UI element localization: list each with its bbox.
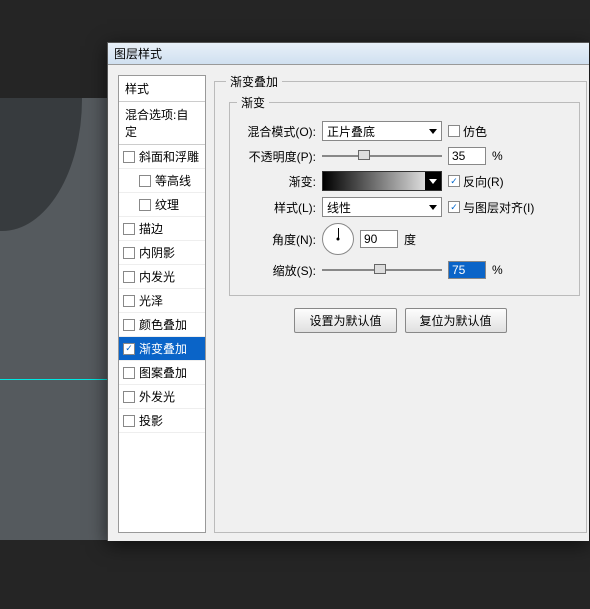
reset-default-button[interactable]: 复位为默认值 [405, 308, 507, 333]
angle-input[interactable]: 90 [360, 230, 398, 248]
align-checkbox[interactable] [448, 201, 460, 213]
gradient-label: 渐变: [238, 173, 316, 190]
style-checkbox[interactable] [123, 295, 135, 307]
reverse-checkbox[interactable] [448, 175, 460, 187]
style-checkbox[interactable] [123, 319, 135, 331]
style-item-label: 内发光 [139, 268, 175, 285]
style-checkbox[interactable] [139, 199, 151, 211]
scale-slider[interactable] [322, 261, 442, 279]
group-title: 渐变叠加 [226, 73, 282, 90]
style-checkbox[interactable] [139, 175, 151, 187]
style-item-label: 等高线 [155, 172, 191, 189]
gradient-picker[interactable] [322, 171, 442, 191]
blend-mode-label: 混合模式(O): [238, 123, 316, 140]
style-checkbox[interactable] [123, 343, 135, 355]
style-checkbox[interactable] [123, 247, 135, 259]
style-item-label: 投影 [139, 412, 163, 429]
style-label: 样式(L): [238, 199, 316, 216]
style-item-10[interactable]: 外发光 [119, 385, 205, 409]
style-item-label: 颜色叠加 [139, 316, 187, 333]
style-item-0[interactable]: 斜面和浮雕 [119, 145, 205, 169]
chevron-down-icon [429, 129, 437, 134]
style-checkbox[interactable] [123, 223, 135, 235]
style-item-7[interactable]: 颜色叠加 [119, 313, 205, 337]
opacity-slider[interactable] [322, 147, 442, 165]
style-item-label: 内阴影 [139, 244, 175, 261]
style-item-label: 斜面和浮雕 [139, 148, 199, 165]
style-item-label: 纹理 [155, 196, 179, 213]
style-item-6[interactable]: 光泽 [119, 289, 205, 313]
scale-label: 缩放(S): [238, 262, 316, 279]
angle-dial[interactable] [322, 223, 354, 255]
chevron-down-icon [429, 205, 437, 210]
style-item-9[interactable]: 图案叠加 [119, 361, 205, 385]
titlebar[interactable]: 图层样式 [108, 43, 589, 65]
styles-list: 样式 混合选项:自定 斜面和浮雕等高线纹理描边内阴影内发光光泽颜色叠加渐变叠加图… [118, 75, 206, 533]
style-item-1[interactable]: 等高线 [119, 169, 205, 193]
sub-group-title: 渐变 [237, 94, 269, 111]
blend-mode-select[interactable]: 正片叠底 [322, 121, 442, 141]
style-item-label: 图案叠加 [139, 364, 187, 381]
set-default-button[interactable]: 设置为默认值 [294, 308, 396, 333]
style-item-8[interactable]: 渐变叠加 [119, 337, 205, 361]
style-item-label: 光泽 [139, 292, 163, 309]
style-item-2[interactable]: 纹理 [119, 193, 205, 217]
scale-input[interactable]: 75 [448, 261, 486, 279]
style-checkbox[interactable] [123, 367, 135, 379]
style-select[interactable]: 线性 [322, 197, 442, 217]
dialog-title: 图层样式 [114, 45, 162, 62]
styles-header[interactable]: 样式 [119, 76, 205, 102]
style-checkbox[interactable] [123, 415, 135, 427]
style-item-label: 渐变叠加 [139, 340, 187, 357]
style-item-label: 描边 [139, 220, 163, 237]
style-item-11[interactable]: 投影 [119, 409, 205, 433]
dither-label: 仿色 [463, 123, 487, 140]
style-item-4[interactable]: 内阴影 [119, 241, 205, 265]
align-label: 与图层对齐(I) [463, 199, 534, 216]
style-checkbox[interactable] [123, 151, 135, 163]
chevron-down-icon[interactable] [425, 172, 441, 190]
opacity-input[interactable]: 35 [448, 147, 486, 165]
reverse-label: 反向(R) [463, 173, 504, 190]
opacity-label: 不透明度(P): [238, 148, 316, 165]
style-item-3[interactable]: 描边 [119, 217, 205, 241]
blend-options[interactable]: 混合选项:自定 [119, 102, 205, 145]
angle-label: 角度(N): [238, 231, 316, 248]
layer-style-dialog: 图层样式 样式 混合选项:自定 斜面和浮雕等高线纹理描边内阴影内发光光泽颜色叠加… [107, 42, 589, 541]
style-item-5[interactable]: 内发光 [119, 265, 205, 289]
style-checkbox[interactable] [123, 391, 135, 403]
dither-checkbox[interactable] [448, 125, 460, 137]
style-item-label: 外发光 [139, 388, 175, 405]
style-checkbox[interactable] [123, 271, 135, 283]
